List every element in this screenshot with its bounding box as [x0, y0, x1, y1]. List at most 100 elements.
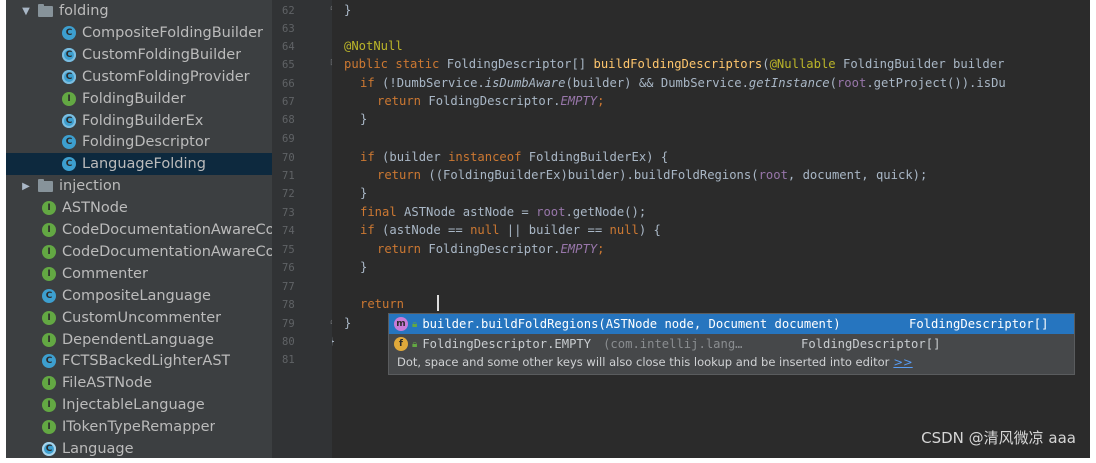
tree-item[interactable]: C Language — [6, 438, 272, 458]
line-number: 66 — [282, 78, 295, 90]
interface-icon: I — [42, 266, 56, 281]
code-line-74: if (astNode == null || builder == null) … — [360, 223, 661, 237]
class-icon: C — [42, 354, 56, 369]
code-line-62: } — [344, 3, 352, 17]
code-line-67: return FoldingDescriptor.EMPTY; — [377, 94, 605, 108]
line-number: 70 — [282, 152, 295, 164]
code-line-70: if (builder instanceof FoldingBuilderEx)… — [360, 150, 669, 164]
folder-icon — [38, 3, 53, 17]
code-line-73: final ASTNode astNode = root.getNode(); — [360, 205, 647, 219]
line-number: 79 — [282, 318, 295, 330]
tree-item[interactable]: I CodeDocumentationAwareCo — [6, 219, 272, 241]
interface-icon: I — [42, 376, 56, 391]
interface-icon: I — [42, 244, 56, 259]
line-number: 71 — [282, 170, 295, 182]
tree-item-label: CodeDocumentationAwareCo — [62, 222, 272, 238]
tree-item[interactable]: C CompositeFoldingBuilder — [6, 22, 272, 44]
line-number: 67 — [282, 96, 295, 108]
tree-item-label: injection — [59, 178, 121, 195]
tree-item[interactable]: C CompositeLanguage — [6, 285, 272, 307]
tree-item[interactable]: I ASTNode — [6, 197, 272, 219]
tree-item[interactable]: I CodeDocumentationAwareCo — [6, 241, 272, 263]
tree-item-label: CodeDocumentationAwareCo — [62, 243, 272, 260]
line-number: 81 — [282, 354, 295, 366]
tree-item-label: FCTSBackedLighterAST — [62, 353, 231, 370]
ide-window: ▼ folding C CompositeFoldingBuilder C CustomF… — [6, 0, 1090, 458]
code-line-79: } — [344, 316, 352, 330]
tree-item[interactable]: C CustomFoldingBuilder — [6, 44, 272, 66]
interface-icon: I — [42, 420, 56, 435]
line-number: 80 — [282, 336, 295, 348]
tree-item[interactable]: I Commenter — [6, 263, 272, 285]
line-number: 62 — [282, 5, 295, 17]
field-icon: f — [394, 337, 408, 351]
tree-item[interactable]: I DependentLanguage — [6, 329, 272, 351]
tree-item-label: ITokenTypeRemapper — [62, 419, 216, 436]
class-icon: C — [42, 442, 56, 456]
line-number: 74 — [282, 225, 295, 237]
line-number: 77 — [282, 281, 295, 293]
tree-item-label: CustomUncommenter — [62, 309, 222, 326]
completion-popup[interactable]: m 🔒︎ builder.buildFoldRegions(ASTNode node… — [388, 313, 1075, 375]
code-line-72: } — [360, 186, 368, 200]
tree-item[interactable]: I FileASTNode — [6, 372, 272, 394]
tree-item-label: Language — [62, 441, 134, 457]
hint-more-link[interactable]: >> — [893, 355, 912, 369]
class-icon: C — [62, 135, 76, 150]
tree-item[interactable]: C FoldingBuilderEx — [6, 110, 272, 132]
completion-hint: Dot, space and some other keys will also… — [397, 355, 913, 369]
tree-item-label: FileASTNode — [62, 375, 153, 392]
editor-gutter: ⌂ ⊟ ⌂ 6263646566676869707172737475767778… — [272, 0, 338, 458]
line-number: 68 — [282, 114, 295, 126]
tree-item-label: FoldingDescriptor — [82, 134, 210, 151]
code-line-66: if (!DumbService.isDumbAware(builder) &&… — [360, 76, 1006, 90]
tree-item-label: FoldingBuilder — [82, 90, 186, 107]
class-icon: C — [62, 69, 76, 84]
tree-item[interactable]: C LanguageFolding — [6, 153, 272, 176]
interface-icon: I — [42, 310, 56, 325]
tree-item[interactable]: I FoldingBuilder — [6, 88, 272, 110]
class-icon: C — [62, 25, 76, 40]
expand-arrow-icon[interactable]: ▼ — [20, 6, 32, 17]
tree-item[interactable]: I CustomUncommenter — [6, 307, 272, 329]
text-caret — [437, 295, 439, 311]
completion-item[interactable]: m 🔒︎ builder.buildFoldRegions(ASTNode node… — [389, 314, 1074, 334]
tree-item[interactable]: C FCTSBackedLighterAST — [6, 350, 272, 372]
code-line-78: return — [360, 297, 412, 311]
line-number: 64 — [282, 41, 295, 53]
tree-item-label: FoldingBuilderEx — [82, 112, 204, 129]
tree-item-label: CustomFoldingBuilder — [82, 46, 242, 63]
line-number: 76 — [282, 262, 295, 274]
tree-item[interactable]: ▼ folding — [6, 0, 272, 22]
project-tree: ▼ folding C CompositeFoldingBuilder C CustomF… — [6, 0, 272, 458]
class-icon: C — [62, 157, 76, 172]
class-icon: C — [42, 288, 56, 303]
line-number: 73 — [282, 207, 295, 219]
completion-item[interactable]: f 🔒︎ FoldingDescriptor.EMPTY (com.intellij.… — [389, 334, 1074, 354]
tree-item-label: CompositeFoldingBuilder — [82, 24, 264, 41]
tree-item[interactable]: ▶ injection — [6, 175, 272, 197]
lock-icon: 🔒︎ — [412, 318, 418, 330]
interface-icon: I — [42, 332, 56, 347]
tree-item-label: InjectableLanguage — [62, 397, 205, 414]
tree-item-label: LanguageFolding — [82, 156, 206, 173]
interface-icon: I — [42, 201, 56, 216]
tree-item-label: DependentLanguage — [62, 331, 214, 348]
line-number: 65 — [282, 59, 295, 71]
tree-item[interactable]: I InjectableLanguage — [6, 394, 272, 416]
tree-item-label: ASTNode — [62, 200, 128, 217]
tree-item[interactable]: C CustomFoldingProvider — [6, 66, 272, 88]
interface-icon: I — [42, 398, 56, 413]
lock-icon: 🔒︎ — [412, 338, 418, 350]
collapse-arrow-icon[interactable]: ▶ — [20, 181, 32, 192]
line-number: 69 — [282, 133, 295, 145]
code-line-65: public static FoldingDescriptor[] buildF… — [344, 57, 1005, 71]
tree-item-label: CompositeLanguage — [62, 287, 211, 304]
code-line-80: } — [332, 334, 335, 348]
tree-item[interactable]: C FoldingDescriptor — [6, 131, 272, 153]
code-editor[interactable]: } @NotNull public static FoldingDescript… — [332, 0, 1090, 458]
line-number: 72 — [282, 188, 295, 200]
method-icon: m — [394, 317, 408, 331]
tree-item-label: folding — [59, 3, 109, 19]
tree-item[interactable]: I ITokenTypeRemapper — [6, 416, 272, 438]
